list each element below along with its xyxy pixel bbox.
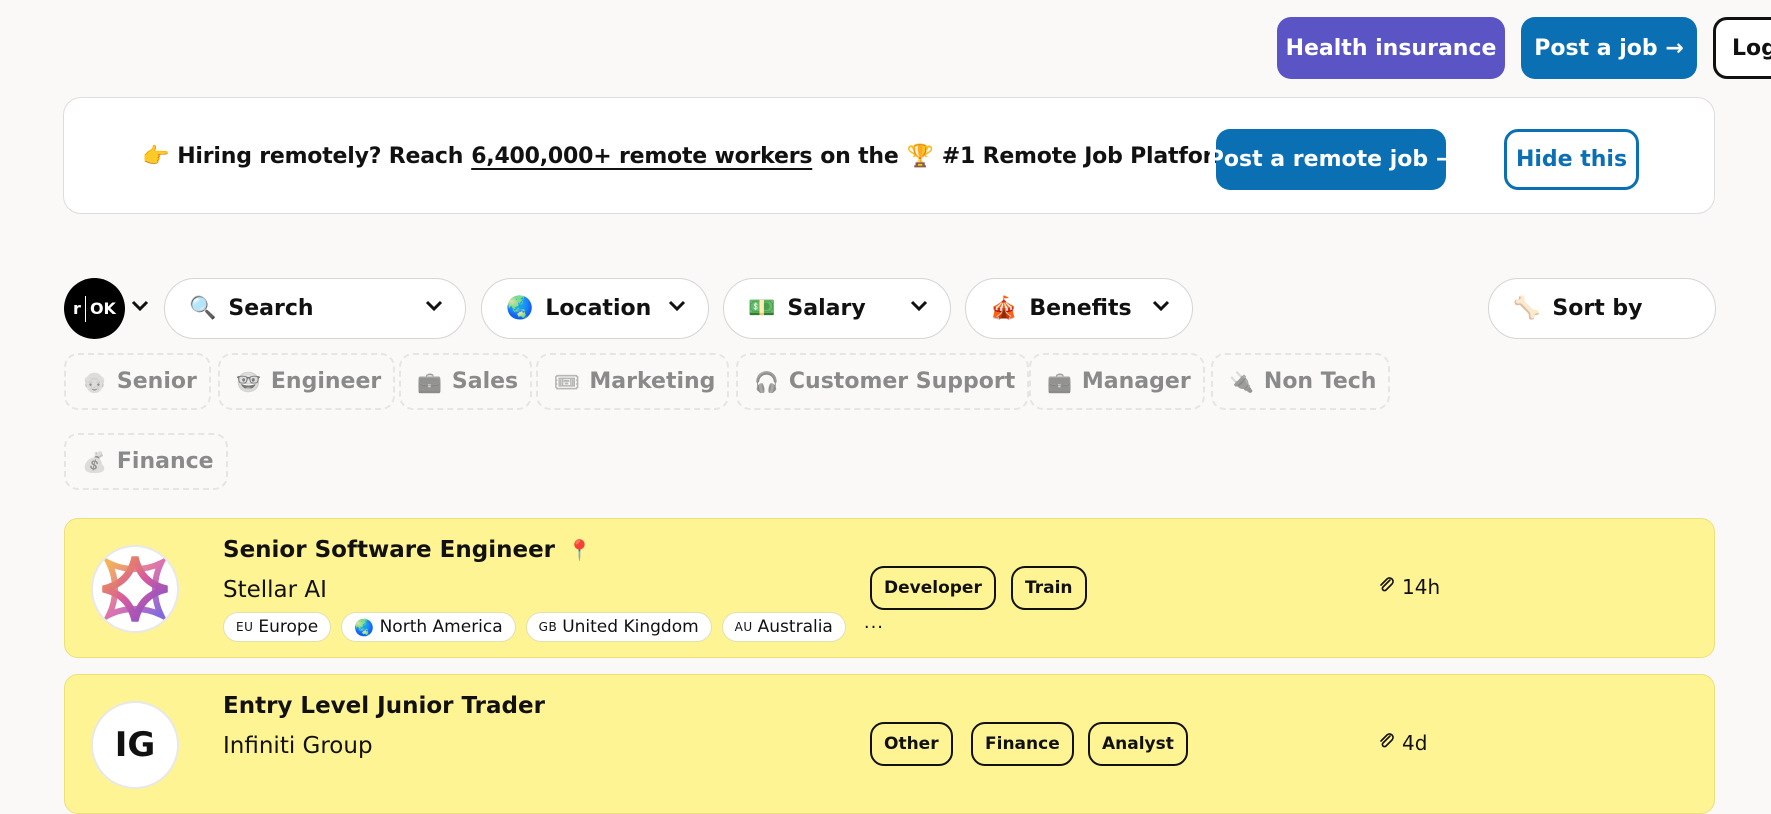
plug-icon: 🔌 bbox=[1229, 369, 1254, 394]
more-locations[interactable]: ··· bbox=[864, 617, 884, 638]
location-name: Europe bbox=[258, 617, 319, 637]
tag-label: Marketing bbox=[589, 369, 716, 394]
tag-engineer[interactable]: 🤓 Engineer bbox=[218, 353, 396, 410]
tag-label: Engineer bbox=[270, 369, 382, 394]
circus-tent-icon: 🎪 bbox=[990, 296, 1018, 321]
hide-banner-button[interactable]: Hide this bbox=[1504, 129, 1639, 190]
banner-text-start: Hiring remotely? Reach bbox=[177, 144, 464, 169]
salary-filter-label: Salary bbox=[787, 296, 866, 321]
chevron-down-icon bbox=[1152, 293, 1170, 317]
chevron-down-icon[interactable] bbox=[131, 296, 149, 317]
globe-icon: 🌏 bbox=[354, 617, 375, 637]
globe-icon: 🌏 bbox=[506, 296, 534, 321]
tag-senior[interactable]: 👴 Senior bbox=[64, 353, 211, 410]
money-bag-icon: 💰 bbox=[82, 449, 107, 474]
briefcase-icon: 💼 bbox=[1047, 369, 1072, 394]
login-button[interactable]: Log bbox=[1713, 17, 1771, 79]
banner-text: 👉 Hiring remotely? Reach 6,400,000+ remo… bbox=[142, 98, 1236, 215]
nerd-face-icon: 🤓 bbox=[236, 369, 261, 394]
banner-text-mid: on the bbox=[820, 144, 899, 169]
region-code: EU bbox=[236, 620, 254, 634]
job-title-text: Senior Software Engineer bbox=[223, 537, 556, 563]
location-filter[interactable]: 🌏 Location bbox=[481, 278, 709, 339]
banner-text-end: #1 Remote Job Platform bbox=[941, 144, 1236, 169]
time-text: 4d bbox=[1402, 731, 1428, 755]
stellar-logo-icon bbox=[102, 556, 168, 622]
salary-filter[interactable]: 💵 Salary bbox=[723, 278, 951, 339]
post-job-button[interactable]: Post a job → bbox=[1521, 17, 1697, 79]
tag-label: Sales bbox=[451, 369, 519, 394]
banner-highlight-link[interactable]: 6,400,000+ remote workers bbox=[471, 144, 812, 169]
logo-right-letters: OK bbox=[89, 299, 116, 318]
bone-icon: 🦴 bbox=[1513, 296, 1541, 321]
sort-by-label: Sort by bbox=[1552, 296, 1643, 321]
search-filter-label: Search bbox=[228, 296, 314, 321]
time-text: 14h bbox=[1402, 575, 1441, 599]
location-badge[interactable]: 🌏 North America bbox=[341, 612, 516, 642]
job-tag[interactable]: Finance bbox=[971, 722, 1074, 766]
company-name: Infiniti Group bbox=[223, 733, 373, 759]
region-code: GB bbox=[538, 620, 558, 634]
location-badge[interactable]: EU Europe bbox=[223, 612, 332, 642]
health-insurance-button[interactable]: Health insurance bbox=[1277, 17, 1505, 79]
chevron-down-icon bbox=[910, 293, 928, 317]
tag-manager[interactable]: 💼 Manager bbox=[1029, 353, 1205, 410]
tag-non-tech[interactable]: 🔌 Non Tech bbox=[1211, 353, 1391, 410]
job-tag[interactable]: Developer bbox=[870, 566, 996, 610]
benefits-filter[interactable]: 🎪 Benefits bbox=[965, 278, 1193, 339]
tag-sales[interactable]: 💼 Sales bbox=[399, 353, 533, 410]
post-remote-job-button[interactable]: Post a remote job → bbox=[1208, 129, 1454, 190]
pin-icon: 📍 bbox=[567, 538, 592, 562]
job-title-text: Entry Level Junior Trader bbox=[223, 693, 545, 719]
location-list: EU Europe 🌏 North America GB United Kingdom… bbox=[223, 612, 884, 642]
region-code: AU bbox=[734, 620, 753, 634]
paperclip-icon bbox=[1378, 732, 1396, 755]
trophy-icon: 🏆 bbox=[906, 144, 934, 169]
company-name: Stellar AI bbox=[223, 577, 327, 603]
tag-label: Senior bbox=[116, 369, 197, 394]
tag-label: Manager bbox=[1081, 369, 1191, 394]
ticket-icon: 🎟 bbox=[554, 369, 580, 394]
company-logo bbox=[91, 545, 179, 633]
sort-by-dropdown[interactable]: 🦴 Sort by bbox=[1488, 278, 1716, 339]
location-badge[interactable]: AU Australia bbox=[721, 612, 846, 642]
search-filter[interactable]: 🔍 Search bbox=[164, 278, 466, 339]
headphones-icon: 🎧 bbox=[754, 369, 779, 394]
company-logo: IG bbox=[91, 701, 179, 789]
job-tag[interactable]: Other bbox=[870, 722, 953, 766]
job-title[interactable]: Senior Software Engineer 📍 bbox=[223, 537, 592, 563]
location-name: North America bbox=[379, 617, 503, 637]
site-logo[interactable]: r OK bbox=[64, 278, 125, 339]
old-man-icon: 👴 bbox=[82, 369, 107, 394]
location-badge[interactable]: GB United Kingdom bbox=[525, 612, 712, 642]
pointing-hand-icon: 👉 bbox=[142, 144, 170, 169]
chevron-down-icon bbox=[668, 293, 686, 317]
job-title[interactable]: Entry Level Junior Trader bbox=[223, 693, 545, 719]
money-icon: 💵 bbox=[748, 296, 776, 321]
tag-marketing[interactable]: 🎟 Marketing bbox=[536, 353, 730, 410]
location-filter-label: Location bbox=[545, 296, 652, 321]
logo-left-letter: r bbox=[73, 299, 81, 318]
job-tag[interactable]: Train bbox=[1011, 566, 1087, 610]
chevron-down-icon bbox=[425, 293, 443, 317]
posted-time: 14h bbox=[1378, 575, 1440, 599]
location-name: Australia bbox=[757, 617, 833, 637]
tag-label: Non Tech bbox=[1263, 369, 1377, 394]
job-row[interactable]: IG Entry Level Junior Trader Infiniti Gr… bbox=[64, 674, 1715, 814]
posted-time: 4d bbox=[1378, 731, 1427, 755]
search-icon: 🔍 bbox=[189, 296, 217, 321]
hiring-banner: 👉 Hiring remotely? Reach 6,400,000+ remo… bbox=[63, 97, 1715, 214]
tag-label: Finance bbox=[116, 449, 214, 474]
job-tag[interactable]: Analyst bbox=[1088, 722, 1188, 766]
paperclip-icon bbox=[1378, 576, 1396, 599]
location-name: United Kingdom bbox=[562, 617, 699, 637]
benefits-filter-label: Benefits bbox=[1029, 296, 1132, 321]
briefcase-icon: 💼 bbox=[417, 369, 442, 394]
tag-customer-support[interactable]: 🎧 Customer Support bbox=[736, 353, 1030, 410]
tag-finance[interactable]: 💰 Finance bbox=[64, 433, 228, 490]
job-row[interactable]: Senior Software Engineer 📍 Stellar AI EU E… bbox=[64, 518, 1715, 658]
tag-label: Customer Support bbox=[788, 369, 1016, 394]
